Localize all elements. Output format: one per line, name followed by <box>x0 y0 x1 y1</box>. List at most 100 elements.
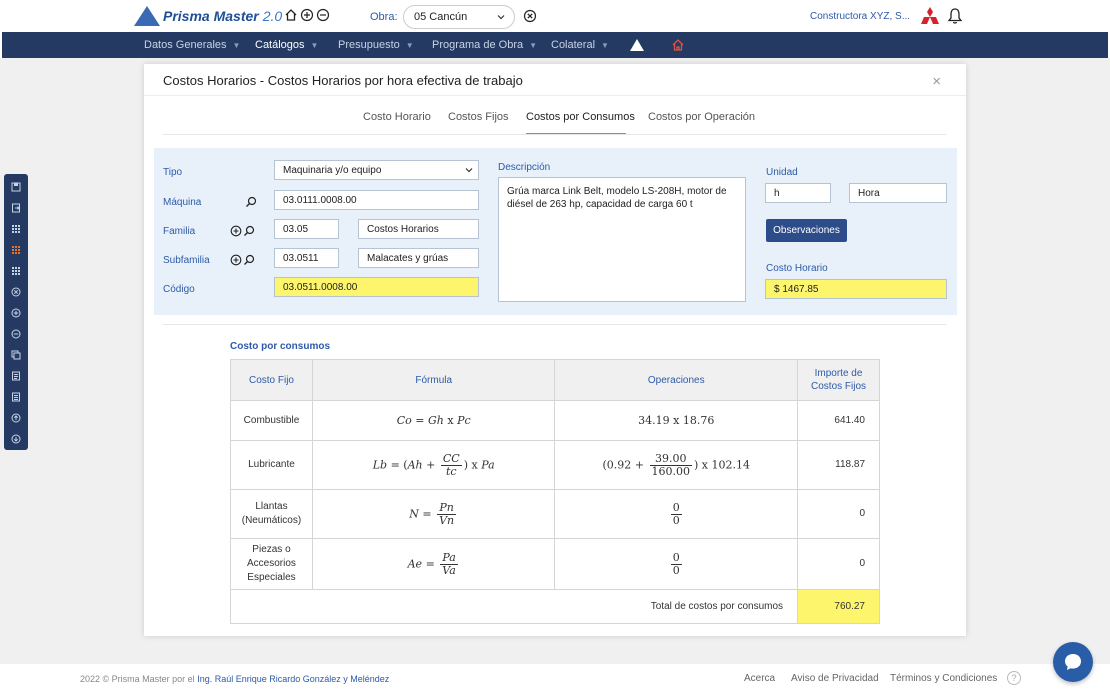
familia-code-input[interactable]: 03.05 <box>274 219 339 239</box>
add-circle-icon[interactable] <box>9 306 23 320</box>
costo-horario-input[interactable]: $ 1467.85 <box>765 279 947 299</box>
obra-label: Obra: <box>370 11 398 23</box>
search-icon[interactable] <box>243 225 255 237</box>
home-icon[interactable] <box>284 8 298 22</box>
unidad-label: Unidad <box>766 167 798 178</box>
nav-label: Datos Generales <box>144 39 227 51</box>
unidad-name-input[interactable]: Hora <box>849 183 947 203</box>
chevron-down-icon: ▼ <box>310 40 319 50</box>
fraction-numerator: Pn <box>439 500 454 514</box>
footer-author-link[interactable]: Ing. Raúl Enrique Ricardo González y Mel… <box>197 674 389 684</box>
observaciones-button[interactable]: Observaciones <box>766 219 847 242</box>
formula-cell: Co = Gh x Pc <box>311 400 556 441</box>
table-header-row: Costo Fijo Fórmula Operaciones Importe d… <box>230 359 880 401</box>
top-bar: Prisma Master 2.0 Obra: 05 Cancún Constr… <box>0 0 1110 32</box>
tipo-select[interactable]: Maquinaria y/o equipo <box>274 160 479 180</box>
chat-button[interactable] <box>1053 642 1093 682</box>
codigo-value: 03.0511.0008.00 <box>283 282 358 293</box>
list-icon[interactable] <box>9 390 23 404</box>
maquina-label: Máquina <box>163 197 202 208</box>
copy-icon[interactable] <box>9 348 23 362</box>
app-logo[interactable]: Prisma Master 2.0 <box>134 6 282 26</box>
add-circle-icon[interactable] <box>300 8 314 22</box>
nav-presupuesto[interactable]: Presupuesto ▼ <box>338 39 414 51</box>
ops-fraction: 39.00 160.00 <box>649 452 693 478</box>
remove-circle-icon[interactable] <box>316 8 330 22</box>
footer-link-privacidad[interactable]: Aviso de Privacidad <box>791 673 879 684</box>
formula-term: Pa <box>481 458 495 471</box>
footer-link-acerca[interactable]: Acerca <box>744 673 775 684</box>
subfamilia-name-input[interactable]: Malacates y grúas <box>358 248 479 268</box>
descripcion-textarea[interactable]: Grúa marca Link Belt, modelo LS-208H, mo… <box>498 177 746 302</box>
company-name[interactable]: Constructora XYZ, S... <box>810 11 910 22</box>
modal-title: Costos Horarios - Costos Horarios por ho… <box>163 73 523 88</box>
add-circle-icon[interactable] <box>230 254 242 266</box>
formula-cell: N = Pn Vn <box>311 489 556 539</box>
tab-costos-fijos[interactable]: Costos Fijos <box>448 111 509 123</box>
export-icon[interactable] <box>9 201 23 215</box>
importe-line-2: Costos Fijos <box>811 381 867 392</box>
operations-cell: 00 <box>554 538 799 590</box>
main-nav: Datos Generales ▼ Catálogos ▼ Presupuesto ▼… <box>2 32 1108 58</box>
importe-cell: 0 <box>797 489 880 539</box>
col-header-costo-fijo: Costo Fijo <box>230 359 313 401</box>
close-icon[interactable]: × <box>932 73 941 90</box>
tab-costo-horario[interactable]: Costo Horario <box>363 111 431 123</box>
chat-bubble-icon <box>1065 654 1081 670</box>
tab-costos-por-consumos[interactable]: Costos por Consumos <box>526 111 635 123</box>
obra-select[interactable]: 05 Cancún <box>403 5 515 29</box>
subfamilia-code-input[interactable]: 03.0511 <box>274 248 339 268</box>
warning-triangle-icon[interactable] <box>630 39 644 51</box>
tab-costos-por-operacion[interactable]: Costos por Operación <box>648 111 755 123</box>
unidad-code: h <box>774 188 780 199</box>
maquina-input[interactable]: 03.0111.0008.00 <box>274 190 479 210</box>
row-name: Lubricante <box>230 440 313 490</box>
nav-programa-obra[interactable]: Programa de Obra ▼ <box>432 39 537 51</box>
total-row: Total de costos por consumos 760.27 <box>229 589 880 624</box>
importe-cell: 0 <box>797 538 880 590</box>
familia-name-input[interactable]: Costos Horarios <box>358 219 479 239</box>
operations-cell: (0.92 + 39.00 160.00) x 102.14 <box>554 440 799 490</box>
document-icon[interactable] <box>9 369 23 383</box>
formula-lhs: Co <box>396 413 412 427</box>
nav-colateral[interactable]: Colateral ▼ <box>551 39 609 51</box>
logo-triangle-icon <box>134 6 160 26</box>
search-icon[interactable] <box>243 254 255 266</box>
remove-circle-icon[interactable] <box>9 327 23 341</box>
formula-fraction: Pn Vn <box>437 500 457 527</box>
consumos-table: Costo Fijo Fórmula Operaciones Importe d… <box>229 359 880 624</box>
consumos-title: Costo por consumos <box>230 341 331 352</box>
close-circle-icon[interactable] <box>9 285 23 299</box>
formula-term: Ah <box>407 458 423 471</box>
chevron-down-icon: ▼ <box>405 40 414 50</box>
nav-catalogos[interactable]: Catálogos ▼ <box>255 39 318 51</box>
grid-active-icon[interactable] <box>9 243 23 257</box>
bell-icon[interactable] <box>947 7 963 25</box>
download-icon[interactable] <box>9 432 23 446</box>
operations-cell: 00 <box>554 489 799 539</box>
row-name: Combustible <box>230 400 313 441</box>
grid-icon[interactable] <box>9 222 23 236</box>
footer-link-terminos[interactable]: Términos y Condiciones <box>890 673 997 684</box>
nav-label: Presupuesto <box>338 39 400 51</box>
subfamilia-code: 03.0511 <box>283 253 319 264</box>
nav-datos-generales[interactable]: Datos Generales ▼ <box>144 39 240 51</box>
descripcion-label: Descripción <box>498 162 551 173</box>
fraction-denominator: Vn <box>439 513 455 527</box>
clear-obra-icon[interactable] <box>523 9 537 23</box>
descripcion-value: Grúa marca Link Belt, modelo LS-208H, mo… <box>507 186 727 210</box>
add-circle-icon[interactable] <box>230 225 242 237</box>
grid-icon[interactable] <box>9 264 23 278</box>
upload-icon[interactable] <box>9 411 23 425</box>
help-icon[interactable]: ? <box>1007 671 1021 685</box>
codigo-input[interactable]: 03.0511.0008.00 <box>274 277 479 297</box>
familia-name: Costos Horarios <box>367 224 439 235</box>
unidad-code-input[interactable]: h <box>765 183 831 203</box>
formula-lhs: Lb <box>372 458 388 471</box>
formula-cell: Lb = (Ah + CC tc) x Pa <box>311 440 556 490</box>
home-icon[interactable] <box>671 38 685 52</box>
table-row: Lubricante Lb = (Ah + CC tc) x Pa (0.92 +… <box>230 440 880 490</box>
save-icon[interactable] <box>9 180 23 194</box>
search-icon[interactable] <box>245 196 257 208</box>
fraction-numerator: 0 <box>670 500 682 515</box>
